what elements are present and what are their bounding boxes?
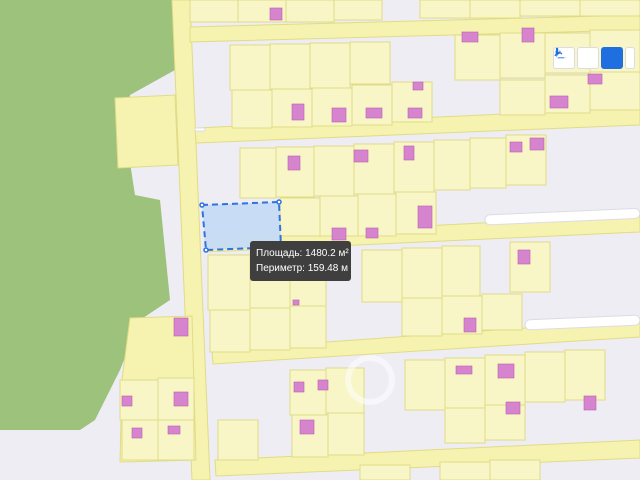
- area-label: Площадь:: [256, 248, 303, 259]
- area-tool-button[interactable]: [554, 47, 623, 69]
- perimeter-row: Периметр: 159.48 м: [256, 261, 348, 276]
- more-tools-button[interactable]: [554, 47, 635, 69]
- perimeter-label: Периметр:: [256, 263, 305, 274]
- area-value: 1480.2 м²: [305, 248, 349, 259]
- map-tools-toolbar: [553, 47, 635, 71]
- distance-tool-button[interactable]: [555, 47, 599, 69]
- perimeter-value: 159.48 м: [307, 263, 348, 274]
- more-shapes-icon: [554, 51, 563, 57]
- map-canvas[interactable]: [0, 0, 640, 480]
- cadastral-map[interactable]: Площадь: 1480.2 м² Периметр: 159.48 м: [0, 0, 640, 480]
- area-row: Площадь: 1480.2 м²: [256, 246, 349, 261]
- measure-tooltip: Площадь: 1480.2 м² Периметр: 159.48 м: [250, 241, 351, 281]
